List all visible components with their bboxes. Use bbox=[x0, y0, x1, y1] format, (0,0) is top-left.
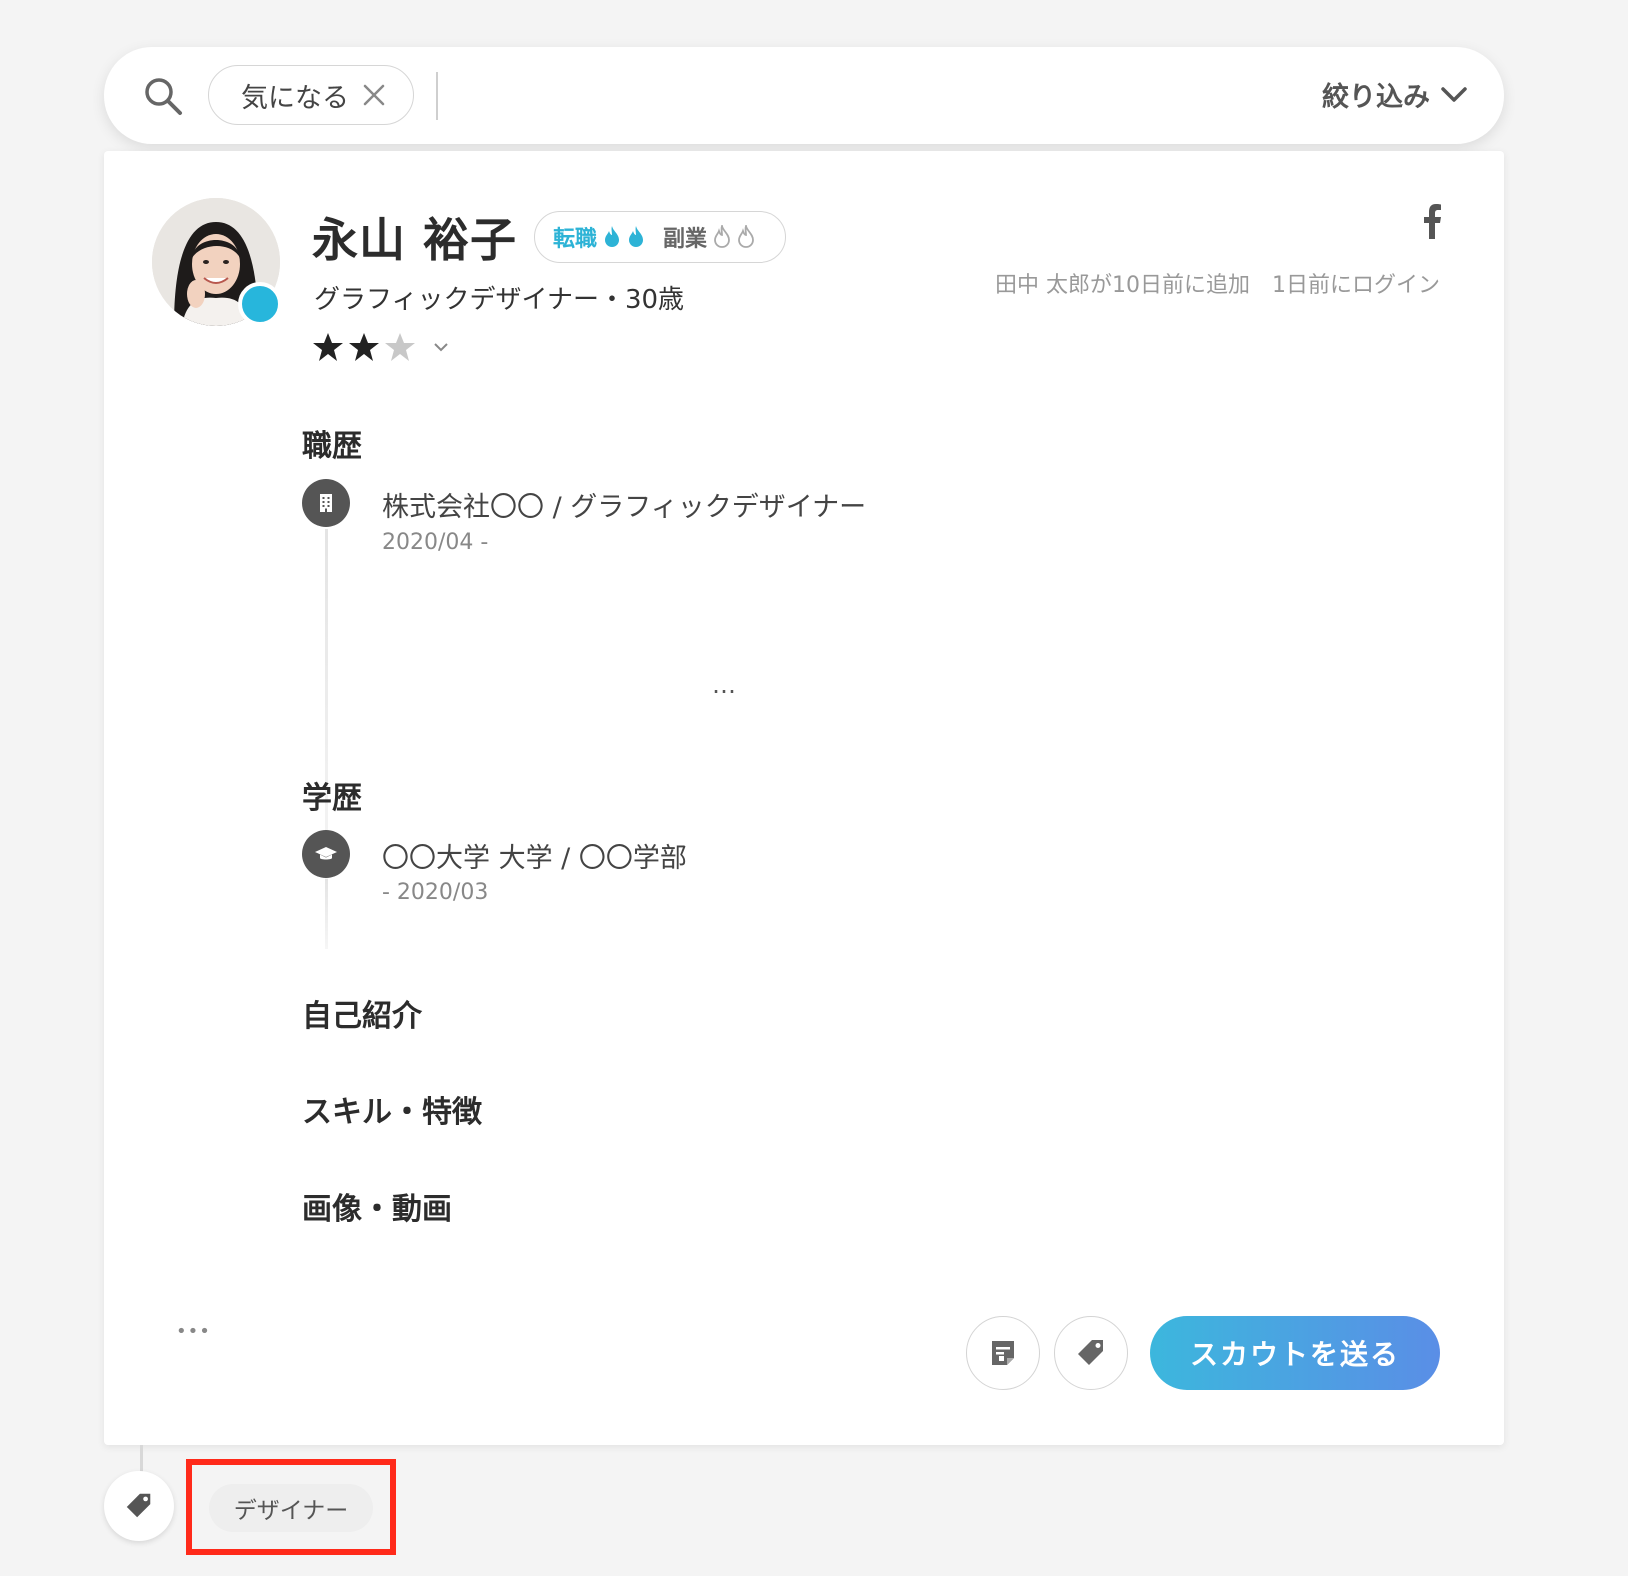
filter-dropdown[interactable]: 絞り込み bbox=[1322, 75, 1468, 114]
candidate-card: 永山 裕子 転職 副業 グラフィックデザイナー・30歳 田中 太郎が10日前に追… bbox=[104, 151, 1504, 1445]
education-item-icon bbox=[302, 830, 350, 878]
search-bar: 気になる 絞り込み bbox=[104, 47, 1504, 144]
search-icon[interactable] bbox=[142, 75, 184, 117]
filter-chip-label: 気になる bbox=[241, 82, 349, 114]
highlight-annotation-box bbox=[186, 1459, 396, 1555]
career-item-icon bbox=[302, 479, 350, 527]
tag-icon bbox=[1078, 1340, 1103, 1365]
chevron-down-icon[interactable] bbox=[432, 340, 450, 354]
tag-icon bbox=[126, 1493, 151, 1518]
intent-job-change-label: 転職 bbox=[553, 227, 598, 252]
star-empty-icon[interactable] bbox=[384, 331, 416, 363]
search-input[interactable] bbox=[454, 65, 1254, 125]
memo-button[interactable] bbox=[966, 1316, 1040, 1390]
intent-badge: 転職 副業 bbox=[534, 211, 786, 263]
intent-side-job-label: 副業 bbox=[663, 227, 708, 252]
career-item-title: 株式会社〇〇 / グラフィックデザイナー bbox=[382, 492, 867, 523]
tag-connector-line bbox=[140, 1445, 143, 1473]
tag-button[interactable] bbox=[1054, 1316, 1128, 1390]
education-item-title: 〇〇大学 大学 / 〇〇学部 bbox=[382, 843, 687, 874]
section-media-title: 画像・動画 bbox=[302, 1192, 452, 1227]
flame-icon bbox=[629, 226, 644, 247]
flame-icon bbox=[605, 226, 620, 247]
facebook-icon[interactable] bbox=[1422, 203, 1442, 239]
filter-label: 絞り込み bbox=[1322, 82, 1430, 113]
education-timeline-line bbox=[325, 879, 328, 949]
graduation-cap-icon bbox=[315, 847, 337, 860]
star-filled-icon[interactable] bbox=[348, 331, 380, 363]
send-scout-button[interactable]: スカウトを送る bbox=[1150, 1316, 1440, 1390]
online-status-dot bbox=[238, 282, 282, 326]
career-item-date: 2020/04 - bbox=[382, 530, 489, 555]
career-more-button[interactable]: … bbox=[712, 671, 737, 699]
search-caret bbox=[436, 72, 438, 120]
close-icon[interactable] bbox=[361, 82, 387, 108]
education-item-date: - 2020/03 bbox=[382, 880, 489, 905]
section-career-title: 職歴 bbox=[302, 429, 362, 464]
candidate-subtitle: グラフィックデザイナー・30歳 bbox=[314, 285, 685, 315]
filter-chip[interactable]: 気になる bbox=[208, 65, 414, 125]
star-rating[interactable] bbox=[312, 331, 450, 363]
section-skills-title: スキル・特徴 bbox=[302, 1095, 482, 1130]
candidate-name[interactable]: 永山 裕子 bbox=[312, 204, 517, 270]
section-education-title: 学歴 bbox=[302, 781, 362, 816]
memo-icon bbox=[992, 1341, 1014, 1365]
chevron-down-icon bbox=[1441, 86, 1467, 102]
building-icon bbox=[320, 494, 332, 512]
section-intro-title: 自己紹介 bbox=[302, 999, 422, 1034]
star-filled-icon[interactable] bbox=[312, 331, 344, 363]
tag-row-icon-button[interactable] bbox=[104, 1471, 174, 1541]
activity-meta: 田中 太郎が10日前に追加 1日前にログイン bbox=[995, 273, 1440, 298]
flame-outline-icon bbox=[738, 225, 754, 248]
flame-outline-icon bbox=[714, 225, 730, 248]
more-options-button[interactable]: ••• bbox=[176, 1321, 211, 1342]
